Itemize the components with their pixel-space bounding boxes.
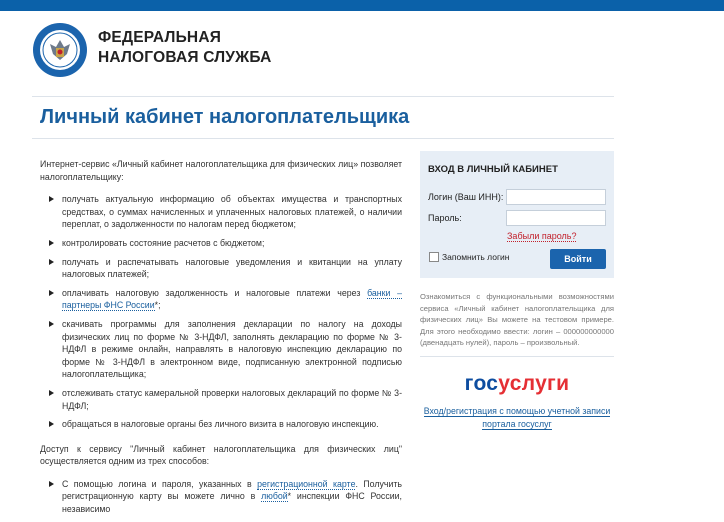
gosuslugi-login-link[interactable]: Вход/регистрация с помощью учетной запис… [423,406,611,430]
password-label: Пароль: [428,213,462,223]
payment-suffix: *; [154,300,161,311]
feature-item: получать актуальную информацию об объект… [49,194,402,230]
login-panel: ВХОД В ЛИЧНЫЙ КАБИНЕТ Логин (Ваш ИНН): П… [420,151,614,278]
org-name: ФЕДЕРАЛЬНАЯ НАЛОГОВАЯ СЛУЖБА [98,28,272,68]
gosuslugi-logo[interactable]: госуслуги [420,372,614,396]
header-divider [32,96,614,97]
access-method-item: С помощью логина и пароля, указанных в р… [49,478,402,516]
any-inspection-link[interactable]: любой [261,491,288,503]
method-text: С помощью логина и пароля, указанных в [62,478,258,489]
org-name-line2: НАЛОГОВАЯ СЛУЖБА [98,49,272,66]
feature-item: скачивать программы для заполнения декла… [49,318,402,380]
password-input[interactable] [506,210,606,226]
hint-divider [420,356,614,357]
feature-item-payment: оплачивать налоговую задолженность и нал… [49,287,403,312]
org-name-line1: ФЕДЕРАЛЬНАЯ [98,29,222,46]
payment-text: оплачивать налоговую задолженность и нал… [62,287,368,298]
page-title: Личный кабинет налогоплательщика [40,106,410,128]
login-heading: ВХОД В ЛИЧНЫЙ КАБИНЕТ [428,164,558,175]
login-input[interactable] [506,189,606,205]
intro-text: Интернет-сервис «Личный кабинет налогопл… [40,159,402,182]
gosuslugi-logo-part2: услуги [498,372,570,395]
feature-item: получать и распечатывать налоговые уведо… [49,256,402,280]
access-method-list: С помощью логина и пароля, указанных в р… [40,478,402,516]
feature-item: контролировать состояние расчетов с бюдж… [49,237,402,250]
remember-login-label[interactable]: Запомнить логин [442,252,510,262]
feature-item: отслеживать статус камеральной проверки … [49,387,402,411]
access-text: Доступ к сервису "Личный кабинет налогоп… [40,443,402,467]
fns-emblem-icon [33,23,87,77]
feature-item: обращаться в налоговые органы без личног… [49,418,402,431]
registration-card-link[interactable]: регистрационной карте [257,478,356,490]
login-label: Логин (Ваш ИНН): [428,192,504,202]
gosuslugi-logo-part1: гос [464,372,499,395]
feature-list: получать актуальную информацию об объект… [40,193,403,431]
forgot-password-link[interactable]: Забыли пароль? [507,231,577,242]
login-button[interactable]: Войти [550,249,606,269]
gosuslugi-login-link-wrap: Вход/регистрация с помощью учетной запис… [420,405,614,431]
top-accent-bar [0,0,724,11]
service-description: Интернет-сервис «Личный кабинет налогопл… [40,158,403,522]
test-login-hint: Ознакомиться с функциональными возможнос… [420,292,614,347]
title-divider [32,138,614,139]
remember-login-checkbox[interactable] [429,252,439,262]
